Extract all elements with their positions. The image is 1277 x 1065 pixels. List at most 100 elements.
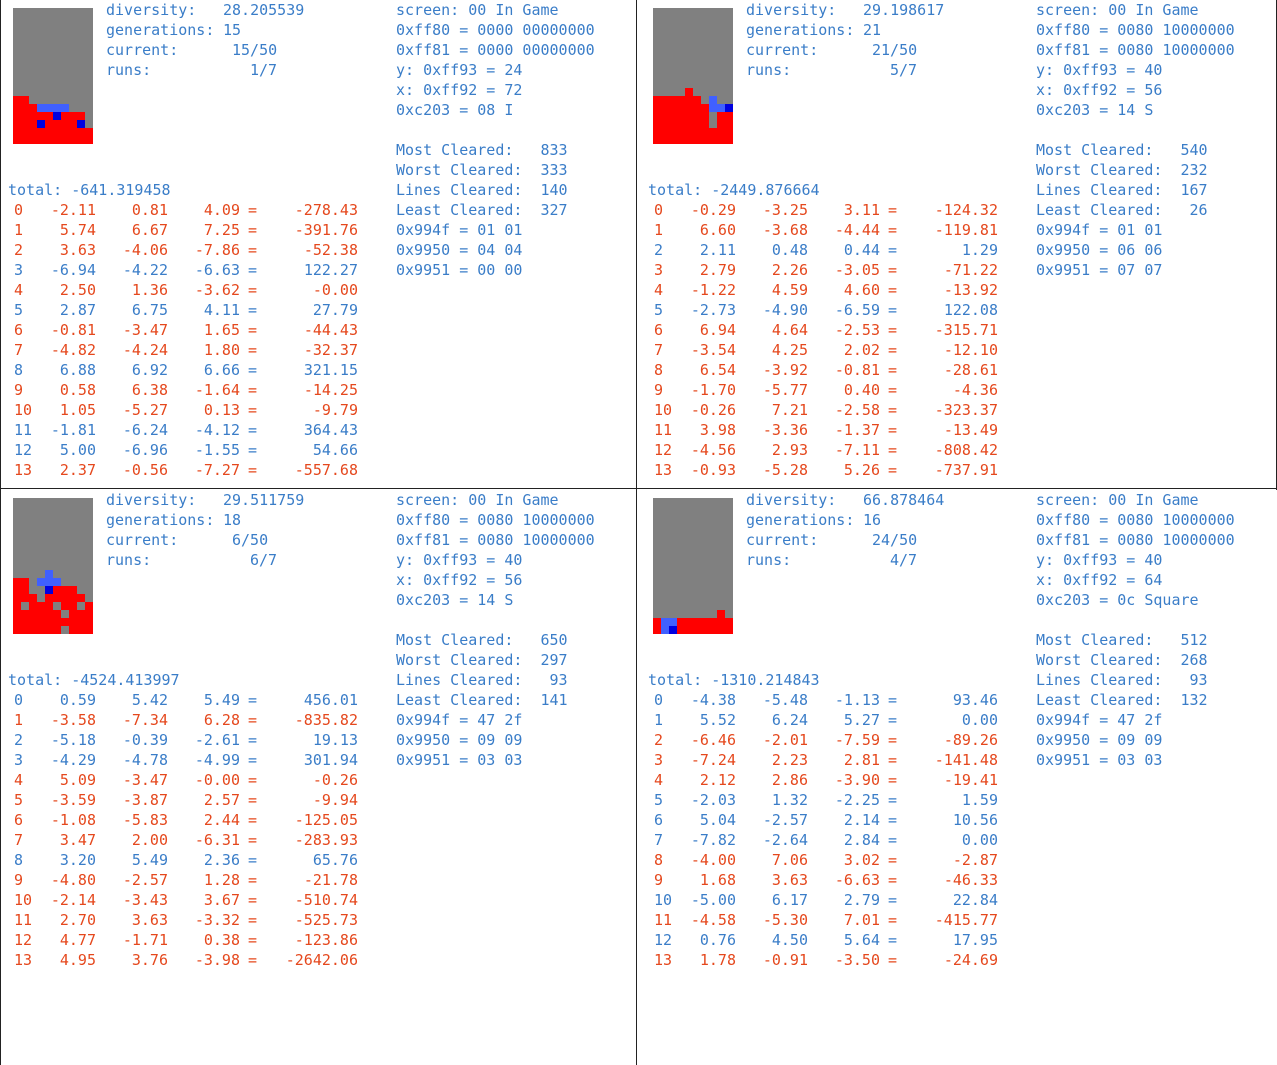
board-cell (693, 128, 701, 136)
generations-value: 21 (863, 21, 882, 39)
weight-c: 2.36 (203, 851, 240, 869)
m9950-line: 0x9950 = 09 09 (396, 731, 523, 749)
row-result: -32.37 (303, 341, 358, 359)
board-cell (53, 594, 61, 602)
weight-c: 2.02 (843, 341, 880, 359)
weight-a: -0.81 (50, 321, 96, 339)
row-result: -0.00 (312, 281, 358, 299)
equals-sign: = (888, 891, 898, 909)
board-cell (669, 104, 677, 112)
least-cleared-line: Least Cleared: 26 (1036, 201, 1208, 219)
board-cell (693, 618, 701, 626)
board-cell (45, 570, 53, 578)
weight-c: -3.62 (194, 281, 240, 299)
board-cell (21, 136, 29, 144)
board-cell (37, 120, 45, 128)
board-cell (45, 120, 53, 128)
diversity-line: diversity: 29.198617 (746, 0, 944, 20)
board-cell (53, 602, 61, 610)
row-result: -557.68 (294, 461, 358, 479)
equals-sign: = (248, 421, 258, 439)
weight-c: 1.65 (203, 321, 240, 339)
board-cell (717, 136, 725, 144)
row-result: -283.93 (294, 831, 358, 849)
weight-a: -1.08 (50, 811, 96, 829)
board-cell (61, 136, 69, 144)
ff81-line: 0xff81 = 0080 10000000 (1036, 41, 1235, 59)
weight-a: 3.47 (59, 831, 96, 849)
board-cell (685, 618, 693, 626)
board-cell (13, 128, 21, 136)
runs-value: 1/7 (250, 61, 278, 79)
board-cell (21, 618, 29, 626)
weight-b: 6.92 (131, 361, 168, 379)
board-cell (685, 626, 693, 634)
generations-line: generations: 16 (746, 510, 944, 530)
board-cell (77, 112, 85, 120)
weight-b: -4.90 (762, 301, 808, 319)
weight-b: 2.26 (771, 261, 808, 279)
weight-b: -4.06 (122, 241, 168, 259)
diversity-label: diversity: (746, 491, 837, 509)
equals-sign: = (248, 441, 258, 459)
diversity-line: diversity: 29.511759 (106, 490, 304, 510)
row-index: 2 (14, 731, 24, 749)
weight-a: -5.18 (50, 731, 96, 749)
diversity-line: diversity: 28.205539 (106, 0, 304, 20)
memory-block: screen: 00 In Game 0xff80 = 0080 10000000… (396, 490, 595, 770)
row-index: 12 (14, 931, 33, 949)
weight-b: 6.75 (131, 301, 168, 319)
board-cell (37, 112, 45, 120)
weight-c: -7.86 (194, 241, 240, 259)
tetris-board (653, 498, 733, 634)
row-result: -123.86 (294, 931, 358, 949)
weight-a: 1.05 (59, 401, 96, 419)
board-cell (45, 610, 53, 618)
weight-b: -1.71 (122, 931, 168, 949)
weight-b: 6.24 (771, 711, 808, 729)
board-cell (717, 626, 725, 634)
equals-sign: = (248, 811, 258, 829)
board-cell (677, 626, 685, 634)
weight-c: -1.64 (194, 381, 240, 399)
board-cell (85, 602, 93, 610)
row-result: 0.00 (961, 831, 998, 849)
board-cell (693, 96, 701, 104)
board-cell (661, 96, 669, 104)
board-cell (21, 112, 29, 120)
weight-c: -1.55 (194, 441, 240, 459)
weight-c: -3.98 (194, 951, 240, 969)
equals-sign: = (248, 281, 258, 299)
least-cleared-line: Least Cleared: 132 (1036, 691, 1208, 709)
row-result: -278.43 (294, 201, 358, 219)
board-cell (53, 112, 61, 120)
tetris-board (13, 498, 93, 634)
stats-block: diversity: 29.511759 generations: 18 current… (106, 490, 304, 570)
board-cell (21, 128, 29, 136)
row-result: -21.78 (303, 871, 358, 889)
row-index: 5 (14, 791, 24, 809)
board-cell (13, 594, 21, 602)
row-result: -71.22 (943, 261, 998, 279)
equals-sign: = (888, 461, 898, 479)
weight-c: 7.01 (843, 911, 880, 929)
board-cell (69, 120, 77, 128)
board-cell (685, 96, 693, 104)
board-cell (13, 602, 21, 610)
board-cell (45, 594, 53, 602)
current-line: current: 21/50 (746, 40, 944, 60)
row-result: -415.77 (934, 911, 998, 929)
board-cell (53, 128, 61, 136)
board-cell (69, 128, 77, 136)
weight-a: 4.95 (59, 951, 96, 969)
row-index: 7 (654, 341, 664, 359)
weight-c: 7.25 (203, 221, 240, 239)
worst-cleared-line: Worst Cleared: 333 (396, 161, 568, 179)
weight-c: -4.44 (834, 221, 880, 239)
weight-a: 6.60 (699, 221, 736, 239)
board-cell (653, 96, 661, 104)
board-cell (29, 594, 37, 602)
row-index: 6 (654, 811, 664, 829)
weight-a: -2.73 (690, 301, 736, 319)
row-index: 11 (654, 911, 673, 929)
